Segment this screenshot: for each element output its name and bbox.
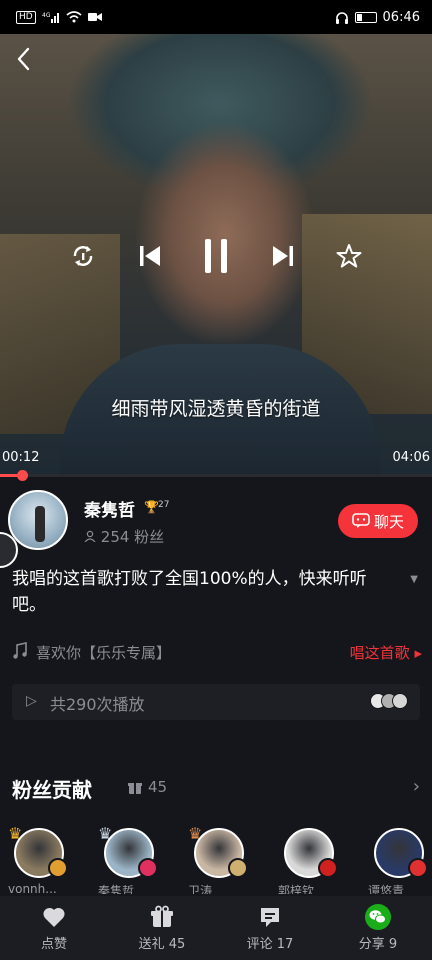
current-time: 00:12 <box>2 450 40 465</box>
fan-item[interactable]: 郭梓钦 <box>278 824 338 894</box>
like-label: 点赞 <box>40 937 67 952</box>
play-count-text: 共290次播放 <box>50 695 145 714</box>
listener-avatars <box>370 693 408 709</box>
wifi-icon <box>66 11 82 23</box>
headphones-icon <box>335 11 348 24</box>
fan-item[interactable]: ♛ vonnh... <box>8 824 68 894</box>
chevron-left-icon <box>17 47 30 71</box>
next-button[interactable] <box>266 236 300 276</box>
playback-controls <box>66 236 366 276</box>
status-time: 06:46 <box>382 9 420 25</box>
fan-name: 秦隽哲 <box>98 884 135 894</box>
comment-button[interactable]: 评论 17 <box>216 896 324 960</box>
total-time: 04:06 <box>392 450 430 465</box>
fan-item[interactable]: ♛ 卫涛 <box>188 824 248 894</box>
loop-button[interactable] <box>66 236 100 276</box>
fan-level-badge <box>138 858 158 878</box>
person-icon <box>84 530 96 543</box>
bottom-nav: 点赞 送礼 45 评论 17 分享 9 <box>0 896 432 960</box>
hd-indicator: HD <box>16 10 36 24</box>
status-bar: HD 4G 06:46 <box>0 0 432 34</box>
skip-next-icon <box>272 246 293 266</box>
comment-icon <box>261 908 279 927</box>
fan-level-badge <box>48 858 68 878</box>
gift-button[interactable]: 送礼 45 <box>108 896 216 960</box>
skip-previous-icon <box>139 246 160 266</box>
crown-icon: ♛ <box>8 824 23 843</box>
fan-name: vonnh... <box>8 882 57 894</box>
crown-icon: ♛ <box>98 824 113 843</box>
sing-label: 唱这首歌 <box>349 644 410 662</box>
fan-level-badge <box>228 858 248 878</box>
listener-avatar <box>392 693 408 709</box>
sing-this-song-link[interactable]: 唱这首歌 ▸ <box>350 642 422 663</box>
share-button[interactable]: 分享 9 <box>324 896 432 960</box>
wechat-icon <box>365 904 391 930</box>
fan-item[interactable]: ♛ 秦隽哲 <box>98 824 158 894</box>
lyric-line: 细雨带风湿透黄昏的街道 <box>111 398 321 420</box>
gift-icon <box>128 783 142 794</box>
share-label: 分享 9 <box>358 937 398 952</box>
signal-icon: 4G <box>42 12 59 23</box>
song-row: 喜欢你【乐乐专属】 唱这首歌 ▸ <box>12 640 422 666</box>
song-title[interactable]: 喜欢你【乐乐专属】 <box>36 642 171 663</box>
previous-button[interactable] <box>133 236 167 276</box>
star-icon <box>336 244 362 268</box>
contribution-title: 粉丝贡献 <box>12 778 92 802</box>
svg-text:4G: 4G <box>42 12 51 19</box>
play-count-bar[interactable]: ▷ 共290次播放 <box>12 684 420 720</box>
uploader-avatar[interactable] <box>8 490 68 550</box>
like-button[interactable]: 点赞 <box>0 896 108 960</box>
contribution-count: 45 <box>148 778 168 796</box>
video-record-icon <box>87 13 102 21</box>
status-right: 06:46 <box>335 10 420 25</box>
status-left: HD 4G <box>16 10 102 24</box>
gift-label: 送礼 45 <box>138 937 186 952</box>
heart-icon <box>43 907 65 927</box>
favorite-button[interactable] <box>332 236 366 276</box>
repeat-one-icon <box>73 246 93 266</box>
progress-bar[interactable] <box>0 470 432 481</box>
fan-name: 卫涛 <box>188 884 213 894</box>
chat-button[interactable]: 聊天 <box>338 504 418 538</box>
pause-icon <box>205 239 227 273</box>
expand-caret-icon[interactable]: ▼ <box>410 574 418 585</box>
trophy-count: 27 <box>158 500 170 510</box>
progress-handle[interactable] <box>16 470 28 481</box>
back-button[interactable] <box>12 44 36 74</box>
fans-count: 254 粉丝 <box>84 526 164 547</box>
uploader-name[interactable]: 秦隽哲 <box>84 496 135 521</box>
trophy-icon: 🏆 <box>144 500 159 514</box>
fans-count-label: 254 粉丝 <box>100 528 165 546</box>
pause-button[interactable] <box>199 236 233 276</box>
crown-icon: ♛ <box>188 824 203 843</box>
fan-name: 谭悠青 <box>368 884 405 894</box>
chat-bubble-icon <box>352 513 370 528</box>
battery-icon <box>354 11 377 23</box>
fans-contribution-list: ♛ vonnh... ♛ 秦隽哲 ♛ 卫涛 郭梓钦 谭悠青 <box>0 824 432 894</box>
uploader-row: 秦隽哲 🏆 27 254 粉丝 聊天 <box>8 490 424 554</box>
fan-level-badge <box>408 858 428 878</box>
chevron-right-icon[interactable]: › <box>413 776 420 797</box>
gift-box-icon <box>151 905 173 927</box>
fan-item[interactable]: 谭悠青 <box>368 824 428 894</box>
music-note-icon <box>13 642 27 659</box>
fan-level-badge <box>318 858 338 878</box>
play-outline-icon: ▷ <box>26 693 37 709</box>
fan-name: 郭梓钦 <box>278 884 315 894</box>
comment-label: 评论 17 <box>246 937 294 952</box>
chat-label: 聊天 <box>373 512 404 531</box>
song-description: 我唱的这首歌打败了全国100%的人，快来听听吧。 <box>12 569 367 615</box>
